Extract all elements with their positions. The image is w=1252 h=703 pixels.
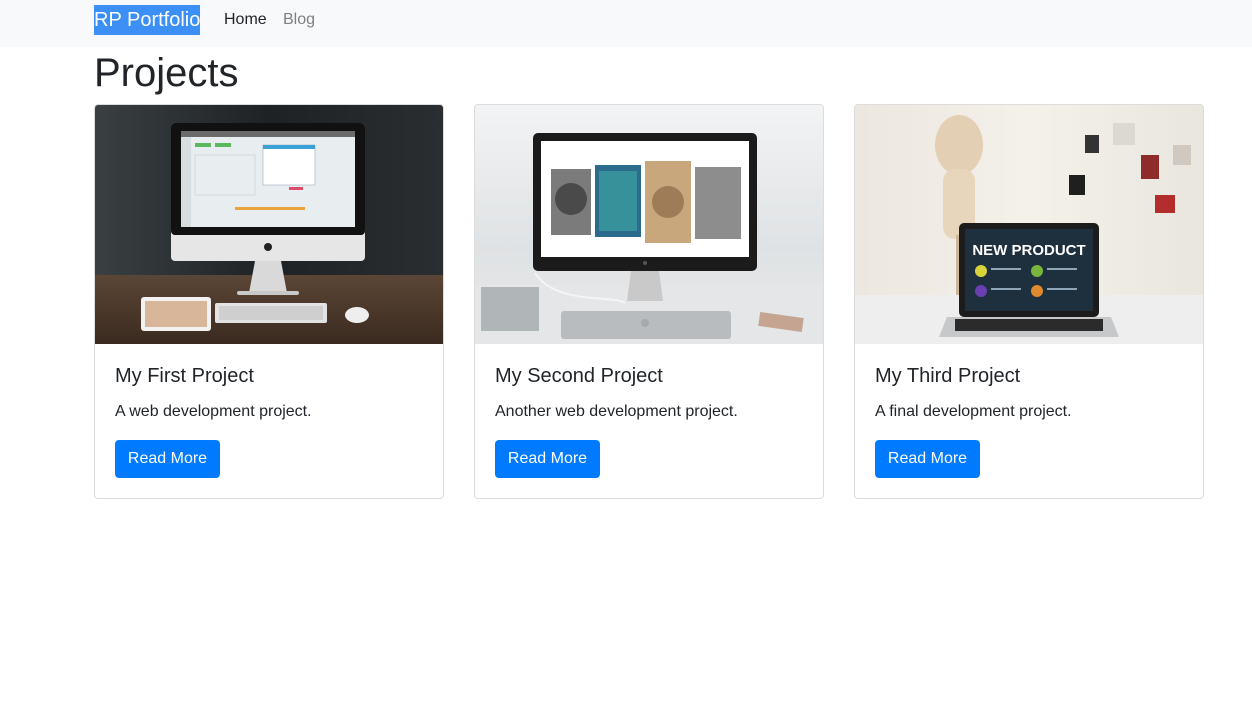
nav-link-blog[interactable]: Blog — [283, 8, 315, 32]
project-description-2: Another web development project. — [495, 403, 738, 420]
project-card-2: My Second Project Another web developmen… — [474, 104, 824, 499]
project-title-3: My Third Project — [875, 365, 1021, 387]
brand-link[interactable]: RP Portfolio — [94, 5, 200, 35]
page-title: Projects — [94, 51, 239, 95]
project-image-3: NEW PRODUCT — [855, 105, 1203, 344]
project-image-1 — [95, 105, 443, 344]
project-description-3: A final development project. — [875, 403, 1072, 420]
project-title-1: My First Project — [115, 365, 254, 387]
read-more-button-3[interactable]: Read More — [875, 440, 980, 478]
read-more-button-1[interactable]: Read More — [115, 440, 220, 478]
new-product-text: NEW PRODUCT — [972, 242, 1085, 259]
project-card-1: My First Project A web development proje… — [94, 104, 444, 499]
project-image-2 — [475, 105, 823, 344]
read-more-button-2[interactable]: Read More — [495, 440, 600, 478]
project-card-3: NEW PRODUCT My Third Project A final dev… — [854, 104, 1204, 499]
nav-link-home[interactable]: Home — [224, 8, 267, 32]
project-description-1: A web development project. — [115, 403, 312, 420]
navbar: RP Portfolio Home Blog — [0, 0, 1252, 47]
project-title-2: My Second Project — [495, 365, 663, 387]
